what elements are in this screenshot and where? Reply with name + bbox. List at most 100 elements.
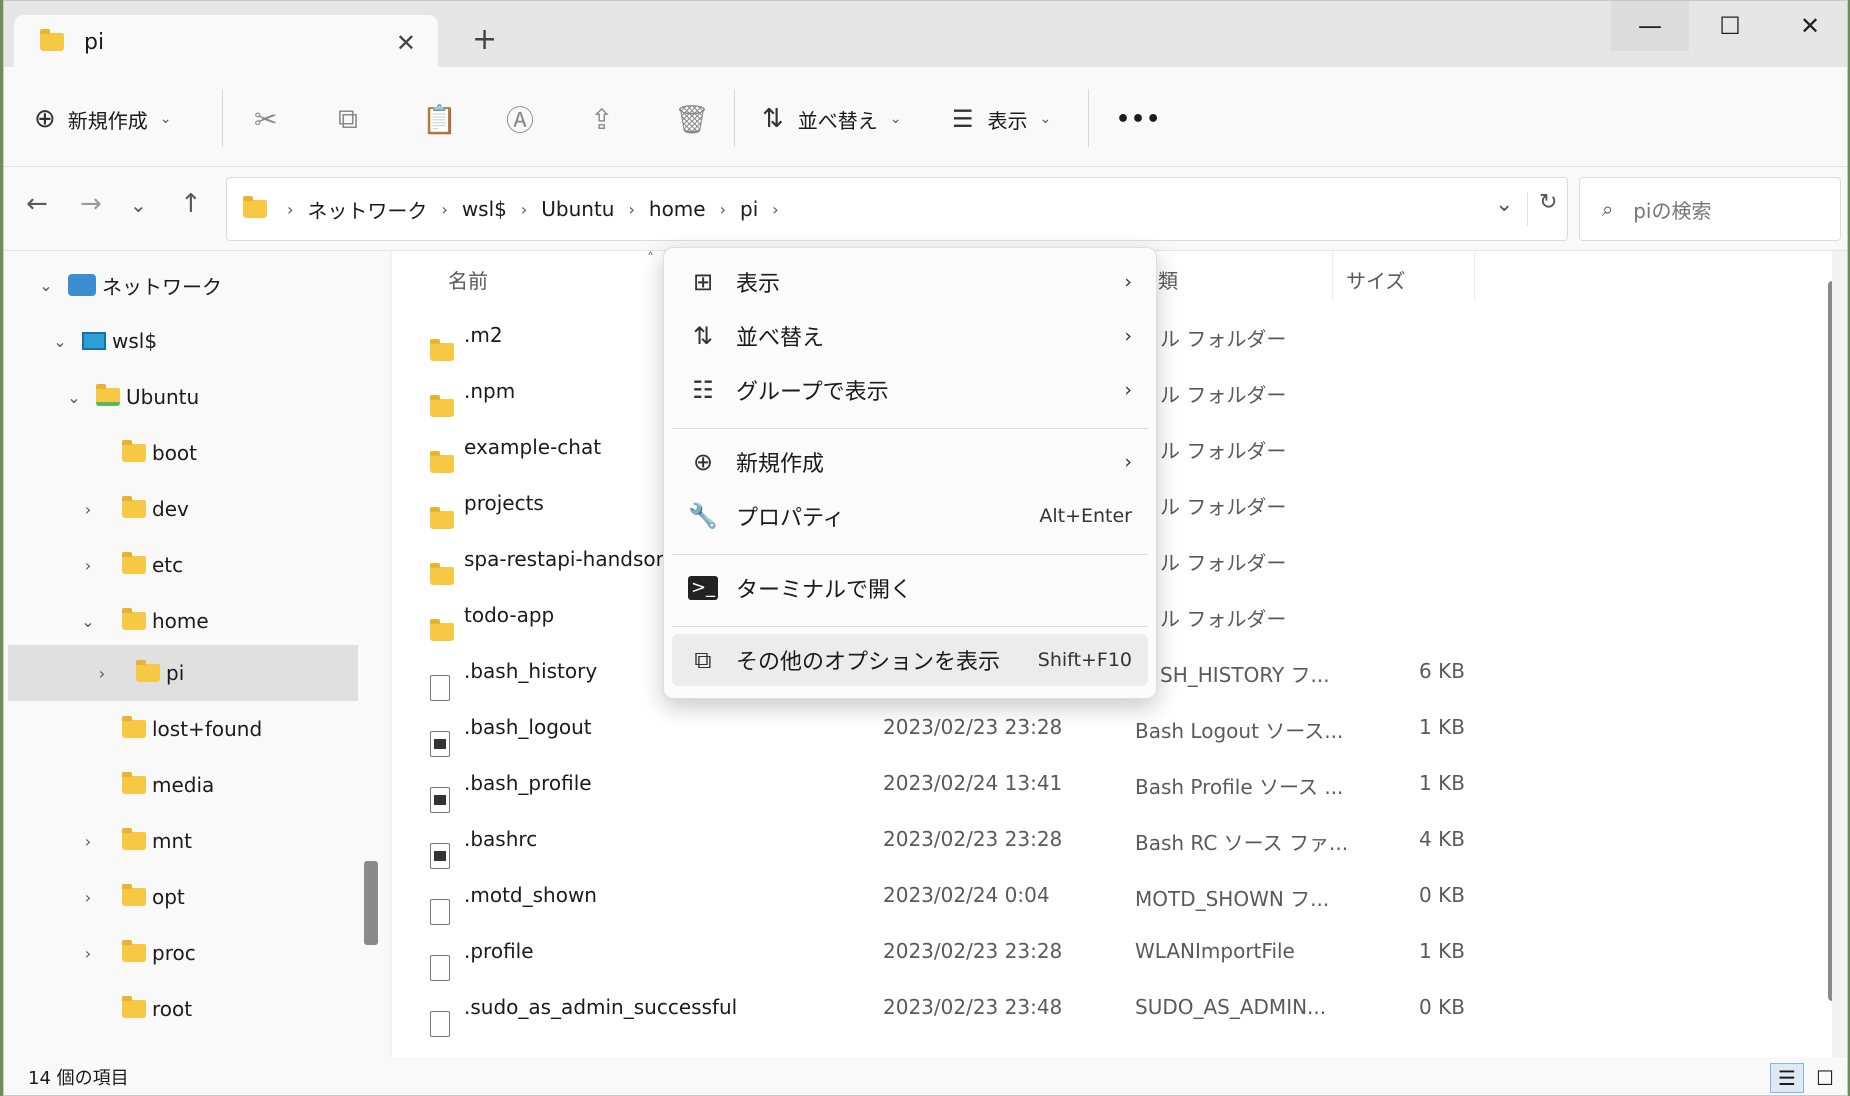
delete-button[interactable]: 🗑 [674,101,710,137]
breadcrumb-wsl[interactable]: wsl$ [462,197,507,221]
column-header-size[interactable]: サイズ [1346,265,1405,294]
menu-item-more-options[interactable]: ⧉ その他のオプションを表示 Shift+F10 [672,634,1148,686]
more-options-button[interactable]: ••• [1116,101,1161,137]
tree-item-root[interactable]: root [8,981,358,1037]
expanded-chevron-icon[interactable]: ⌄ [48,332,72,351]
collapsed-chevron-icon[interactable]: › [76,944,100,963]
menu-item-group[interactable]: ☷ グループで表示 › [672,364,1148,416]
tree-item-home[interactable]: ⌄ home [8,593,358,649]
tree-item-boot[interactable]: boot [8,425,358,481]
column-header-name[interactable]: 名前 [448,265,488,294]
close-window-button[interactable]: ✕ [1771,1,1847,51]
tree-item-wsl[interactable]: ⌄ wsl$ [8,313,358,369]
folder-icon [122,772,146,794]
plus-circle-icon: ⊕ [34,104,56,134]
forward-arrow-icon[interactable]: → [80,189,102,219]
breadcrumb-ubuntu[interactable]: Ubuntu [541,197,614,221]
address-bar[interactable]: › ネットワーク › wsl$ › Ubuntu › home › pi › ⌄… [226,177,1568,241]
title-bar: pi ✕ + — ☐ ✕ [4,1,1847,69]
tree-item-opt[interactable]: › opt [8,869,358,925]
search-box[interactable]: ⌕ piの検索 [1579,177,1841,241]
rename-button[interactable]: Ⓐ [506,101,534,137]
new-button[interactable]: ⊕ 新規作成 ⌄ [34,101,172,137]
close-tab-icon[interactable]: ✕ [396,29,416,57]
column-divider[interactable] [1332,251,1333,301]
menu-item-new[interactable]: ⊕ 新規作成 › [672,436,1148,488]
file-name: spa-restapi-handson [464,547,669,571]
search-icon: ⌕ [1602,197,1614,221]
file-type: Bash Profile ソース ... [1135,775,1344,799]
navigation-bar: ← → ⌄ ↑ › ネットワーク › wsl$ › Ubuntu › home … [4,167,1847,251]
context-menu: ⊞ 表示 › ⇅ 並べ替え › ☷ グループで表示 › ⊕ 新規作成 › 🔧 プ… [663,247,1157,699]
file-date: 2023/02/24 0:04 [883,883,1050,907]
file-row[interactable]: .bash_logout 2023/02/23 23:28 Bash Logou… [392,699,1832,757]
tree-item-dev[interactable]: › dev [8,481,358,537]
add-tab-icon[interactable]: + [472,25,497,55]
paste-button[interactable]: 📋 [422,101,457,137]
tree-item-proc[interactable]: › proc [8,925,358,981]
tree-item-pi[interactable]: › pi [8,645,358,701]
tree-item-network[interactable]: ⌄ ネットワーク [8,257,358,313]
tree-item-lost-found[interactable]: lost+found [8,701,358,757]
up-arrow-icon[interactable]: ↑ [180,189,202,219]
menu-item-view[interactable]: ⊞ 表示 › [672,256,1148,308]
menu-separator [672,626,1148,627]
breadcrumb-pi[interactable]: pi [740,197,758,221]
collapsed-chevron-icon[interactable]: › [76,888,100,907]
sort-button[interactable]: ⇅ 並べ替え ⌄ [762,101,902,137]
collapsed-chevron-icon[interactable]: › [76,832,100,851]
column-divider[interactable] [1474,251,1475,301]
menu-item-sort[interactable]: ⇅ 並べ替え › [672,310,1148,362]
file-row[interactable]: .motd_shown 2023/02/24 0:04 MOTD_SHOWN フ… [392,867,1832,925]
tree-item-mnt[interactable]: › mnt [8,813,358,869]
expanded-chevron-icon[interactable]: ⌄ [34,276,58,295]
folder-icon [122,608,146,630]
file-row[interactable]: .profile 2023/02/23 23:28 WLANImportFile… [392,923,1832,981]
menu-item-terminal[interactable]: >_ ターミナルで開く [672,562,1148,614]
expanded-chevron-icon[interactable]: ⌄ [76,612,100,631]
menu-item-label: グループで表示 [736,380,889,405]
file-row[interactable]: .sudo_as_admin_successful 2023/02/23 23:… [392,979,1832,1037]
collapsed-chevron-icon[interactable]: › [90,664,114,683]
breadcrumb-separator-icon: › [772,199,779,219]
share-button[interactable]: ⇪ [590,101,613,137]
collapsed-chevron-icon[interactable]: › [76,500,100,519]
view-button[interactable]: ☰ 表示 ⌄ [952,101,1051,137]
maximize-button[interactable]: ☐ [1691,1,1769,51]
folder-icon [243,196,267,218]
file-name: .bash_profile [464,771,592,795]
copy-button[interactable]: ⧉ [338,101,358,137]
tree-item-label: proc [152,941,196,965]
tree-item-ubuntu[interactable]: ⌄ Ubuntu [8,369,358,425]
tab-pi[interactable]: pi ✕ [14,15,438,69]
tree-item-media[interactable]: media [8,757,358,813]
breadcrumb-separator-icon: › [287,199,294,219]
network-icon [68,274,96,296]
file-name: .bash_history [464,659,598,683]
column-header-type[interactable]: 類 [1158,265,1178,294]
plus-circle-icon: ⊕ [692,448,714,476]
tab-title: pi [84,29,105,55]
address-history-chevron-icon[interactable]: ⌄ [1495,192,1513,217]
file-list-scrollbar[interactable] [1828,281,1832,1001]
file-row[interactable]: .bashrc 2023/02/23 23:28 Bash RC ソース ファ.… [392,811,1832,869]
collapsed-chevron-icon[interactable]: › [76,556,100,575]
menu-item-properties[interactable]: 🔧 プロパティ Alt+Enter [672,490,1148,542]
tree-item-etc[interactable]: › etc [8,537,358,593]
tiles-view-icon[interactable]: ☐ [1808,1063,1842,1093]
file-name: example-chat [464,435,602,459]
expanded-chevron-icon[interactable]: ⌄ [62,388,86,407]
file-type: イル フォルダー [1140,439,1287,463]
breadcrumb-network[interactable]: ネットワーク [307,195,427,224]
breadcrumb-home[interactable]: home [649,197,706,221]
details-view-icon[interactable]: ☰ [1770,1063,1804,1093]
minimize-button[interactable]: — [1611,1,1689,51]
cut-button[interactable]: ✂ [254,101,277,137]
folder-icon [122,940,146,962]
sidebar-scrollbar[interactable] [364,861,378,945]
recent-chevron-icon[interactable]: ⌄ [130,193,147,217]
back-arrow-icon[interactable]: ← [26,189,48,219]
refresh-icon[interactable]: ↻ [1539,190,1557,215]
file-row[interactable]: .bash_profile 2023/02/24 13:41 Bash Prof… [392,755,1832,813]
folder-icon [122,716,146,738]
